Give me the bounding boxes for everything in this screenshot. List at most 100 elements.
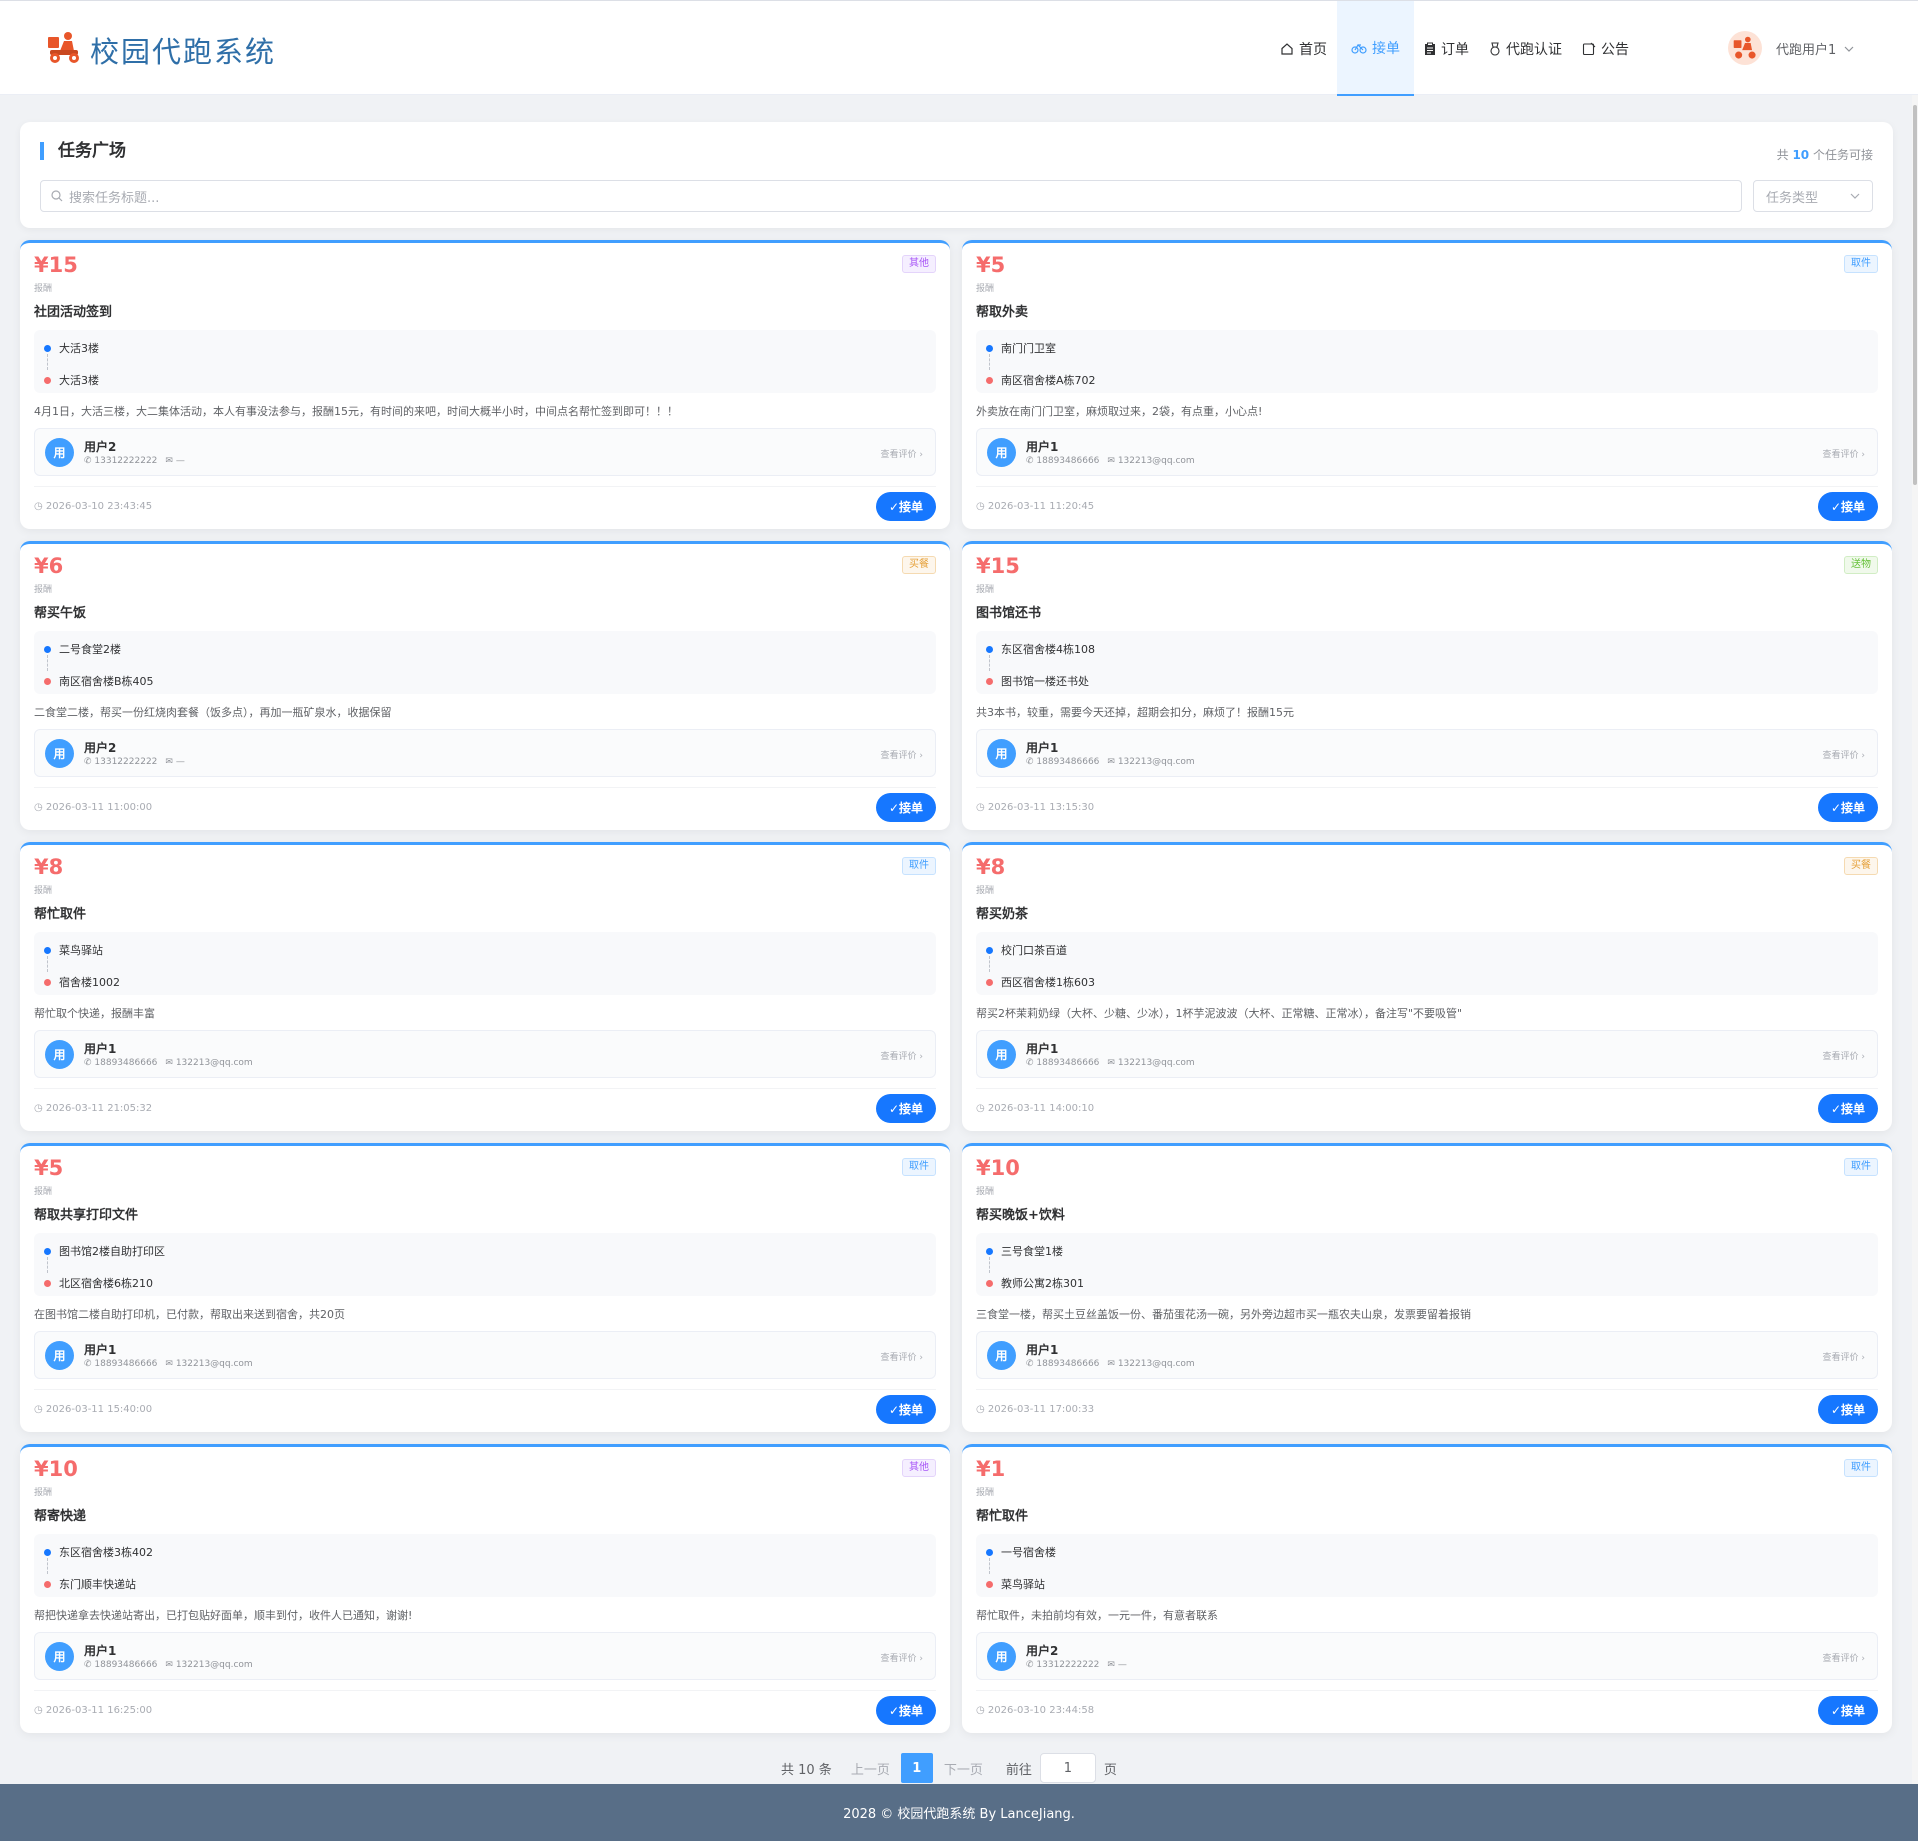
view-review-link[interactable]: 查看评价 ›	[881, 447, 923, 460]
task-card[interactable]: ¥1 报酬 取件 帮忙取件 一号宿舍楼 菜鸟驿站 帮忙取件，未拍前均有效，一元一件，有意者联…	[962, 1444, 1892, 1733]
task-type-tag: 取件	[902, 1158, 936, 1176]
publisher-box: 用用户1 ✆ 18893486666 ✉ 132213@qq.com 查看评价 ›	[976, 1331, 1878, 1379]
nav-home[interactable]: 首页	[1270, 1, 1337, 96]
goto-label: 前往	[1005, 1762, 1032, 1778]
publisher-phone: 18893486666	[1036, 1058, 1100, 1068]
task-card[interactable]: ¥8 报酬 买餐 帮买奶茶 校门口茶百道 西区宿舍楼1栋603 帮买2杯茉莉奶绿（大杯、少糖…	[962, 842, 1892, 1131]
task-title: 社团活动签到	[34, 305, 113, 320]
view-review-link[interactable]: 查看评价 ›	[1823, 447, 1865, 460]
nav-notice[interactable]: 公告	[1572, 1, 1639, 96]
page-title: 任务广场	[40, 142, 126, 160]
search-placeholder: 搜索任务标题...	[69, 190, 160, 206]
prev-page-button[interactable]: 上一页	[846, 1753, 895, 1783]
pickup-dot-icon	[44, 1247, 51, 1255]
publisher-name: 用户1	[84, 1042, 117, 1056]
task-type-tag: 其他	[902, 1459, 936, 1477]
task-time-value: 2026-03-10 23:43:45	[45, 501, 153, 512]
task-card[interactable]: ¥10 报酬 取件 帮买晚饭+饮料 三号食堂1楼 教师公寓2栋301 三食堂一楼，帮买土豆丝…	[962, 1143, 1892, 1432]
task-title: 帮买午饭	[34, 606, 87, 621]
pickup-dot-icon	[986, 344, 993, 352]
task-title: 帮取外卖	[976, 305, 1029, 320]
publisher-email: —	[175, 757, 185, 767]
task-card[interactable]: ¥8 报酬 取件 帮忙取件 菜鸟驿站 宿舍楼1002 帮忙取个快递，报酬丰富用用户1 ✆ 18…	[20, 842, 950, 1131]
dropoff-location: 北区宿舍楼6栋210	[59, 1277, 153, 1290]
publisher-box: 用用户1 ✆ 18893486666 ✉ 132213@qq.com 查看评价 ›	[34, 1632, 936, 1680]
pickup-dot-icon	[44, 645, 51, 653]
task-card[interactable]: ¥10 报酬 其他 帮寄快递 东区宿舍楼3栋402 东门顺丰快递站 帮把快递拿去快递站寄出，…	[20, 1444, 950, 1733]
accept-order-button[interactable]: ✓接单	[1818, 1696, 1878, 1725]
divider	[976, 1690, 1878, 1691]
search-input[interactable]: 搜索任务标题...	[40, 180, 1742, 212]
dropoff-location: 南区宿舍楼B栋405	[59, 675, 154, 688]
view-review-link[interactable]: 查看评价 ›	[881, 1350, 923, 1363]
view-review-link[interactable]: 查看评价 ›	[1823, 1350, 1865, 1363]
task-time-value: 2026-03-11 13:15:30	[987, 802, 1095, 813]
route-box: 校门口茶百道 西区宿舍楼1栋603	[976, 932, 1878, 995]
accept-order-button[interactable]: ✓接单	[876, 1696, 936, 1725]
publisher-phone: 18893486666	[1036, 1359, 1100, 1369]
publisher-email: —	[1117, 1660, 1127, 1670]
pickup-location: 菜鸟驿站	[59, 944, 103, 957]
pickup-point: 菜鸟驿站	[44, 942, 103, 958]
price-label: 报酬	[34, 886, 53, 896]
view-review-link[interactable]: 查看评价 ›	[1823, 748, 1865, 761]
dropoff-location: 教师公寓2栋301	[1001, 1277, 1084, 1290]
task-type-select[interactable]: 任务类型	[1753, 180, 1873, 212]
dropoff-location: 图书馆一楼还书处	[1001, 675, 1089, 688]
task-card[interactable]: ¥6 报酬 买餐 帮买午饭 二号食堂2楼 南区宿舍楼B栋405 二食堂二楼，帮买一份红烧肉套…	[20, 541, 950, 830]
publisher-avatar: 用	[987, 1341, 1016, 1370]
nav-home-label: 首页	[1299, 41, 1327, 58]
task-time: ◷ 2026-03-11 13:15:30	[976, 802, 1094, 813]
view-review-link[interactable]: 查看评价 ›	[881, 1651, 923, 1664]
nav-orders[interactable]: 订单	[1414, 1, 1479, 96]
page-1-button[interactable]: 1	[900, 1753, 933, 1783]
pickup-point: 校门口茶百道	[986, 942, 1067, 958]
logo[interactable]: 校园代跑系统	[46, 29, 276, 71]
dropoff-dot-icon	[986, 978, 993, 986]
price-label: 报酬	[34, 1488, 53, 1498]
publisher-avatar: 用	[987, 1040, 1016, 1069]
view-review-link[interactable]: 查看评价 ›	[1823, 1651, 1865, 1664]
task-card[interactable]: ¥15 报酬 其他 社团活动签到 大活3楼 大活3楼 4月1日，大活三楼，大二集体活动，本人…	[20, 240, 950, 529]
accept-order-button[interactable]: ✓接单	[876, 1094, 936, 1123]
scrollbar[interactable]	[1912, 95, 1918, 1784]
accept-order-button[interactable]: ✓接单	[1818, 492, 1878, 521]
clock-icon: ◷	[976, 501, 988, 512]
scrollbar-thumb[interactable]	[1913, 105, 1917, 485]
mail-icon: ✉	[1107, 1660, 1118, 1670]
page-unit-label: 页	[1103, 1762, 1117, 1778]
accept-order-button[interactable]: ✓接单	[1818, 1395, 1878, 1424]
publisher-contact: ✆ 13312222222 ✉ —	[1026, 1660, 1127, 1670]
phone-icon: ✆	[84, 456, 95, 466]
accept-order-button[interactable]: ✓接单	[876, 1395, 936, 1424]
goto-page-input[interactable]	[1039, 1753, 1096, 1783]
task-card[interactable]: ¥5 报酬 取件 帮取共享打印文件 图书馆2楼自助打印区 北区宿舍楼6栋210 在图书馆二楼…	[20, 1143, 950, 1432]
accept-order-button[interactable]: ✓接单	[1818, 793, 1878, 822]
accept-order-button[interactable]: ✓接单	[876, 793, 936, 822]
nav-orders-label: 订单	[1441, 41, 1469, 58]
view-review-link[interactable]: 查看评价 ›	[881, 1049, 923, 1062]
nav-take-order[interactable]: 接单	[1337, 1, 1414, 96]
clock-icon: ◷	[976, 1705, 988, 1716]
task-card[interactable]: ¥5 报酬 取件 帮取外卖 南门门卫室 南区宿舍楼A栋702 外卖放在南门门卫室，麻烦取过来…	[962, 240, 1892, 529]
user-menu[interactable]: 代跑用户1	[1728, 31, 1854, 65]
task-card[interactable]: ¥15 报酬 送物 图书馆还书 东区宿舍楼4栋108 图书馆一楼还书处 共3本书，较重，需要…	[962, 541, 1892, 830]
clock-icon: ◷	[34, 1103, 46, 1114]
publisher-box: 用用户1 ✆ 18893486666 ✉ 132213@qq.com 查看评价 ›	[976, 1030, 1878, 1078]
divider	[34, 787, 936, 788]
nav-runner-certification-label: 代跑认证	[1506, 41, 1562, 58]
nav-runner-certification[interactable]: 代跑认证	[1479, 1, 1572, 96]
view-review-link[interactable]: 查看评价 ›	[1823, 1049, 1865, 1062]
publisher-box: 用用户1 ✆ 18893486666 ✉ 132213@qq.com 查看评价 ›	[976, 428, 1878, 476]
accept-order-button[interactable]: ✓接单	[1818, 1094, 1878, 1123]
clock-icon: ◷	[34, 1404, 46, 1415]
main-nav: 首页 接单 订单 代跑认证 公告	[1270, 1, 1639, 96]
route-line	[989, 1558, 990, 1574]
route-line	[989, 956, 990, 972]
footer-text: 2028 © 校园代跑系统 By LanceJiang.	[843, 1807, 1075, 1822]
publisher-contact: ✆ 18893486666 ✉ 132213@qq.com	[1026, 757, 1195, 767]
next-page-button[interactable]: 下一页	[939, 1753, 988, 1783]
accept-order-button[interactable]: ✓接单	[876, 492, 936, 521]
view-review-link[interactable]: 查看评价 ›	[881, 748, 923, 761]
pickup-point: 东区宿舍楼4栋108	[986, 641, 1095, 657]
